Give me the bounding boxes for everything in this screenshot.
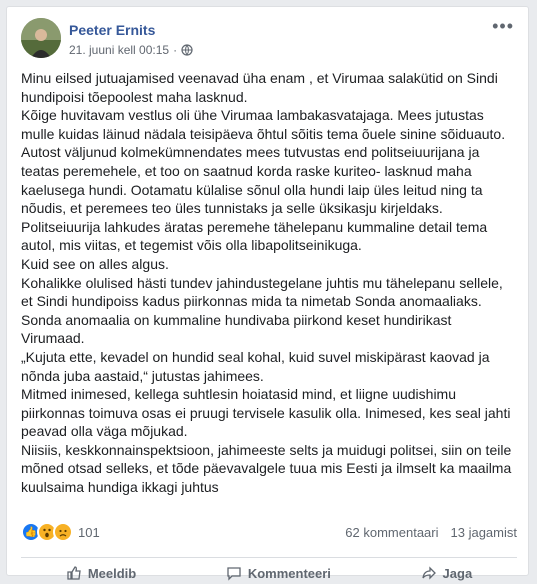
thumbs-up-icon	[66, 565, 82, 581]
share-icon	[421, 565, 437, 581]
sad-icon	[53, 522, 73, 542]
post-body: Minu eilsed jutuajamised veenavad üha en…	[21, 69, 517, 497]
comment-button[interactable]: Kommenteeri	[226, 563, 331, 583]
ellipsis-icon[interactable]: •••	[492, 17, 514, 35]
share-button-label: Jaga	[442, 565, 473, 581]
comment-icon	[226, 565, 242, 581]
author-name[interactable]: Peeter Ernits	[69, 22, 155, 38]
like-button-label: Meeldib	[87, 565, 137, 581]
post-paragraph: Kõige huvitavam vestlus oli ühe Virumaa …	[21, 107, 506, 254]
post-paragraph: Niisiis, keskkonnainspektsioon, jahimees…	[21, 441, 512, 496]
reaction-summary[interactable]: 👍 101	[21, 522, 100, 542]
meta-separator: ·	[173, 43, 178, 57]
post-paragraph: Kuid see on alles algus.	[21, 255, 169, 272]
post-meta: 21. juuni kell 00:15 ·	[69, 43, 193, 57]
comment-count[interactable]: 62 kommentaari	[345, 525, 438, 540]
post-stats: 👍 101 62 kommentaari 13 jagamist	[21, 522, 517, 542]
comment-button-label: Kommenteeri	[247, 565, 331, 581]
like-button[interactable]: Meeldib	[66, 563, 136, 583]
avatar[interactable]	[21, 18, 61, 58]
post-paragraph: Sonda anomaalia on kummaline hundivaba p…	[21, 311, 452, 347]
share-count[interactable]: 13 jagamist	[451, 525, 517, 540]
post-paragraph: Mitmed inimesed, kellega suhtlesin hoiat…	[21, 386, 511, 440]
action-bar: Meeldib Kommenteeri Jaga	[21, 563, 517, 583]
post-paragraph: Minu eilsed jutuajamised veenavad üha en…	[21, 70, 498, 105]
post-card: Peeter Ernits 21. juuni kell 00:15 · •••…	[6, 6, 529, 581]
engagement-counts: 62 kommentaari 13 jagamist	[345, 525, 517, 540]
post-paragraph: Kohalikke olulised hästi tundev jahindus…	[21, 274, 503, 310]
post-paragraph: „Kujuta ette, kevadel on hundid seal koh…	[21, 348, 490, 384]
globe-icon[interactable]	[181, 44, 193, 56]
divider	[21, 557, 517, 558]
avatar-photo	[21, 18, 61, 58]
post-timestamp[interactable]: 21. juuni kell 00:15	[69, 43, 169, 57]
share-button[interactable]: Jaga	[421, 563, 473, 583]
reaction-count[interactable]: 101	[78, 525, 100, 540]
